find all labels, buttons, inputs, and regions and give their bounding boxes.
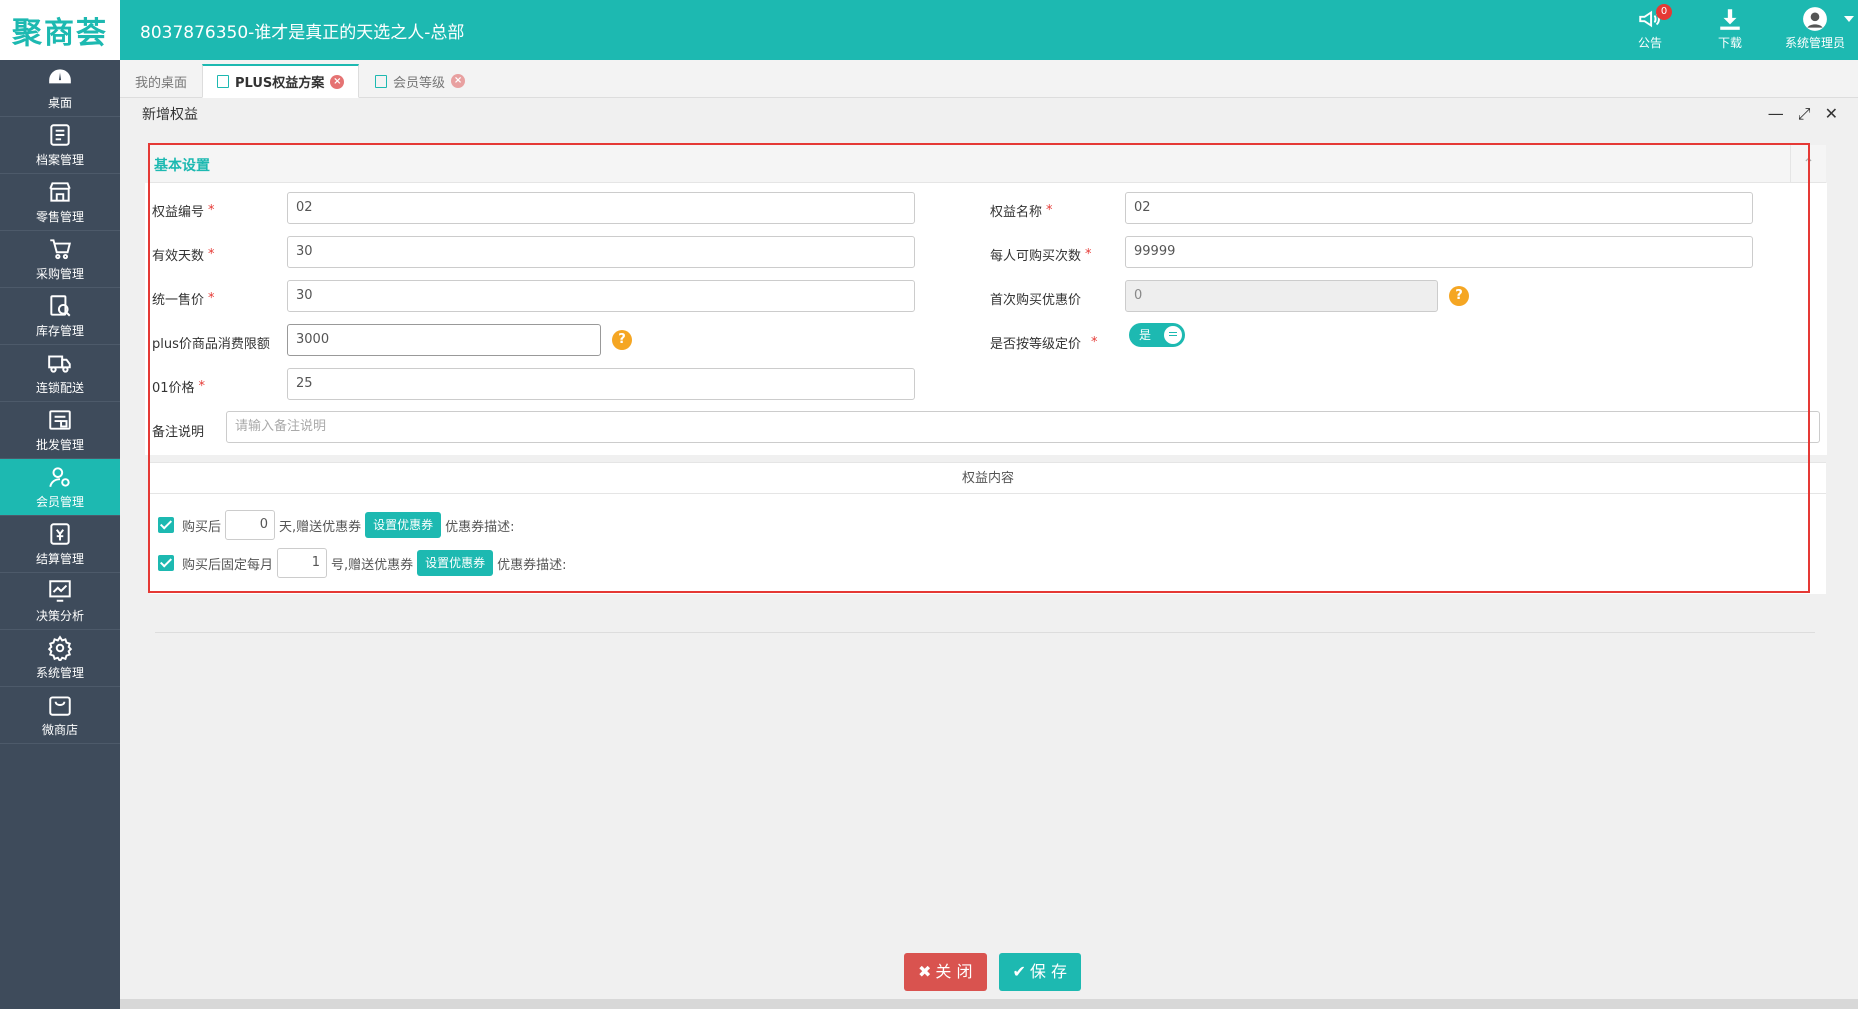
- save-button[interactable]: ✔ 保 存: [998, 953, 1081, 991]
- page-title: 8037876350-谁才是真正的天选之人-总部: [140, 23, 465, 43]
- tab-plus-scheme[interactable]: PLUS权益方案 ×: [202, 64, 360, 98]
- sidebar-item-system[interactable]: 系统管理: [0, 630, 120, 687]
- file-icon: [50, 124, 70, 146]
- wholesale-icon: [49, 410, 71, 430]
- settlement-icon: [50, 523, 70, 545]
- bag-icon: [49, 696, 71, 716]
- logo-text: 聚商荟: [12, 16, 108, 51]
- minimize-icon[interactable]: —: [1768, 104, 1784, 124]
- sidebar-item-inventory[interactable]: 库存管理: [0, 288, 120, 345]
- store-icon: [49, 182, 71, 202]
- panel-title: 新增权益: [142, 107, 198, 123]
- sidebar-item-wholesale[interactable]: 批发管理: [0, 402, 120, 459]
- check-icon: ✔: [1012, 962, 1026, 981]
- tab-label: 会员等级: [393, 75, 446, 91]
- sidebar-item-desktop[interactable]: 桌面: [0, 60, 120, 117]
- sidebar-item-label: 零售管理: [35, 210, 84, 224]
- sidebar-item-label: 库存管理: [35, 324, 84, 338]
- inventory-icon: [50, 295, 71, 317]
- window-controls: — ⤢ ✕: [1768, 104, 1838, 124]
- notice-label: 公告: [1637, 36, 1662, 50]
- sidebar-item-label: 微商店: [41, 723, 78, 737]
- top-header: 聚商荟 8037876350-谁才是真正的天选之人-总部 0 公告 下载 系统管…: [0, 0, 1858, 60]
- sidebar-item-microstore[interactable]: 微商店: [0, 687, 120, 744]
- close-icon[interactable]: ✕: [1825, 104, 1838, 124]
- sidebar-item-label: 决策分析: [35, 609, 84, 623]
- logo[interactable]: 聚商荟: [0, 0, 120, 60]
- sidebar-item-label: 结算管理: [35, 552, 84, 566]
- horizontal-scrollbar[interactable]: [120, 999, 1858, 1009]
- avatar-icon: [1803, 7, 1827, 31]
- sidebar-item-delivery[interactable]: 连锁配送: [0, 345, 120, 402]
- notice-button[interactable]: 0 公告: [1622, 4, 1678, 51]
- close-icon[interactable]: ×: [451, 74, 466, 88]
- user-menu[interactable]: 系统管理员: [1782, 6, 1854, 51]
- sidebar-item-purchase[interactable]: 采购管理: [0, 231, 120, 288]
- download-icon: [1720, 9, 1740, 30]
- tab-member-level[interactable]: 会员等级 ×: [360, 64, 480, 98]
- sidebar-item-label: 连锁配送: [35, 381, 84, 395]
- highlight-frame: [148, 143, 1810, 593]
- gear-icon: [47, 635, 73, 661]
- sidebar-item-label: 会员管理: [35, 495, 84, 509]
- truck-icon: [48, 355, 71, 373]
- document-icon: [375, 74, 387, 88]
- notice-badge: 0: [1656, 4, 1672, 20]
- sidebar-item-member[interactable]: 会员管理: [0, 459, 120, 516]
- maximize-icon[interactable]: ⤢: [1798, 104, 1811, 124]
- dashboard-icon: [49, 69, 71, 84]
- divider: [155, 632, 1815, 633]
- sidebar-item-label: 桌面: [47, 96, 72, 110]
- download-button[interactable]: 下载: [1702, 6, 1758, 51]
- cart-icon: [50, 239, 71, 260]
- tab-label: 我的桌面: [135, 75, 188, 91]
- sidebar-item-label: 批发管理: [35, 438, 84, 452]
- sidebar-item-analysis[interactable]: 决策分析: [0, 573, 120, 630]
- chart-icon: [49, 580, 71, 602]
- download-label: 下载: [1717, 36, 1742, 50]
- close-icon: ✖: [918, 962, 932, 981]
- sidebar-item-label: 档案管理: [35, 153, 84, 167]
- document-icon: [217, 75, 229, 88]
- sidebar-item-label: 系统管理: [35, 666, 84, 680]
- close-icon[interactable]: ×: [330, 74, 345, 89]
- sidebar: 桌面 档案管理 零售管理 采购管理 库存管理 连锁配送 批发管理 会员管理 结算…: [0, 60, 120, 1009]
- user-label: 系统管理员: [1784, 36, 1845, 50]
- sidebar-item-retail[interactable]: 零售管理: [0, 174, 120, 231]
- member-icon: [49, 467, 70, 488]
- tab-desktop[interactable]: 我的桌面: [120, 64, 202, 98]
- tab-bar: 我的桌面 PLUS权益方案 × 会员等级 ×: [120, 60, 1858, 98]
- header-actions: 0 公告 下载 系统管理员: [1622, 4, 1854, 51]
- sidebar-item-archive[interactable]: 档案管理: [0, 117, 120, 174]
- sidebar-item-settlement[interactable]: 结算管理: [0, 516, 120, 573]
- tab-label: PLUS权益方案: [235, 76, 325, 91]
- chevron-down-icon: [1844, 16, 1854, 22]
- close-button[interactable]: ✖ 关 闭: [904, 953, 987, 991]
- footer-buttons: ✖ 关 闭 ✔ 保 存: [904, 953, 1081, 991]
- sidebar-item-label: 采购管理: [35, 267, 84, 281]
